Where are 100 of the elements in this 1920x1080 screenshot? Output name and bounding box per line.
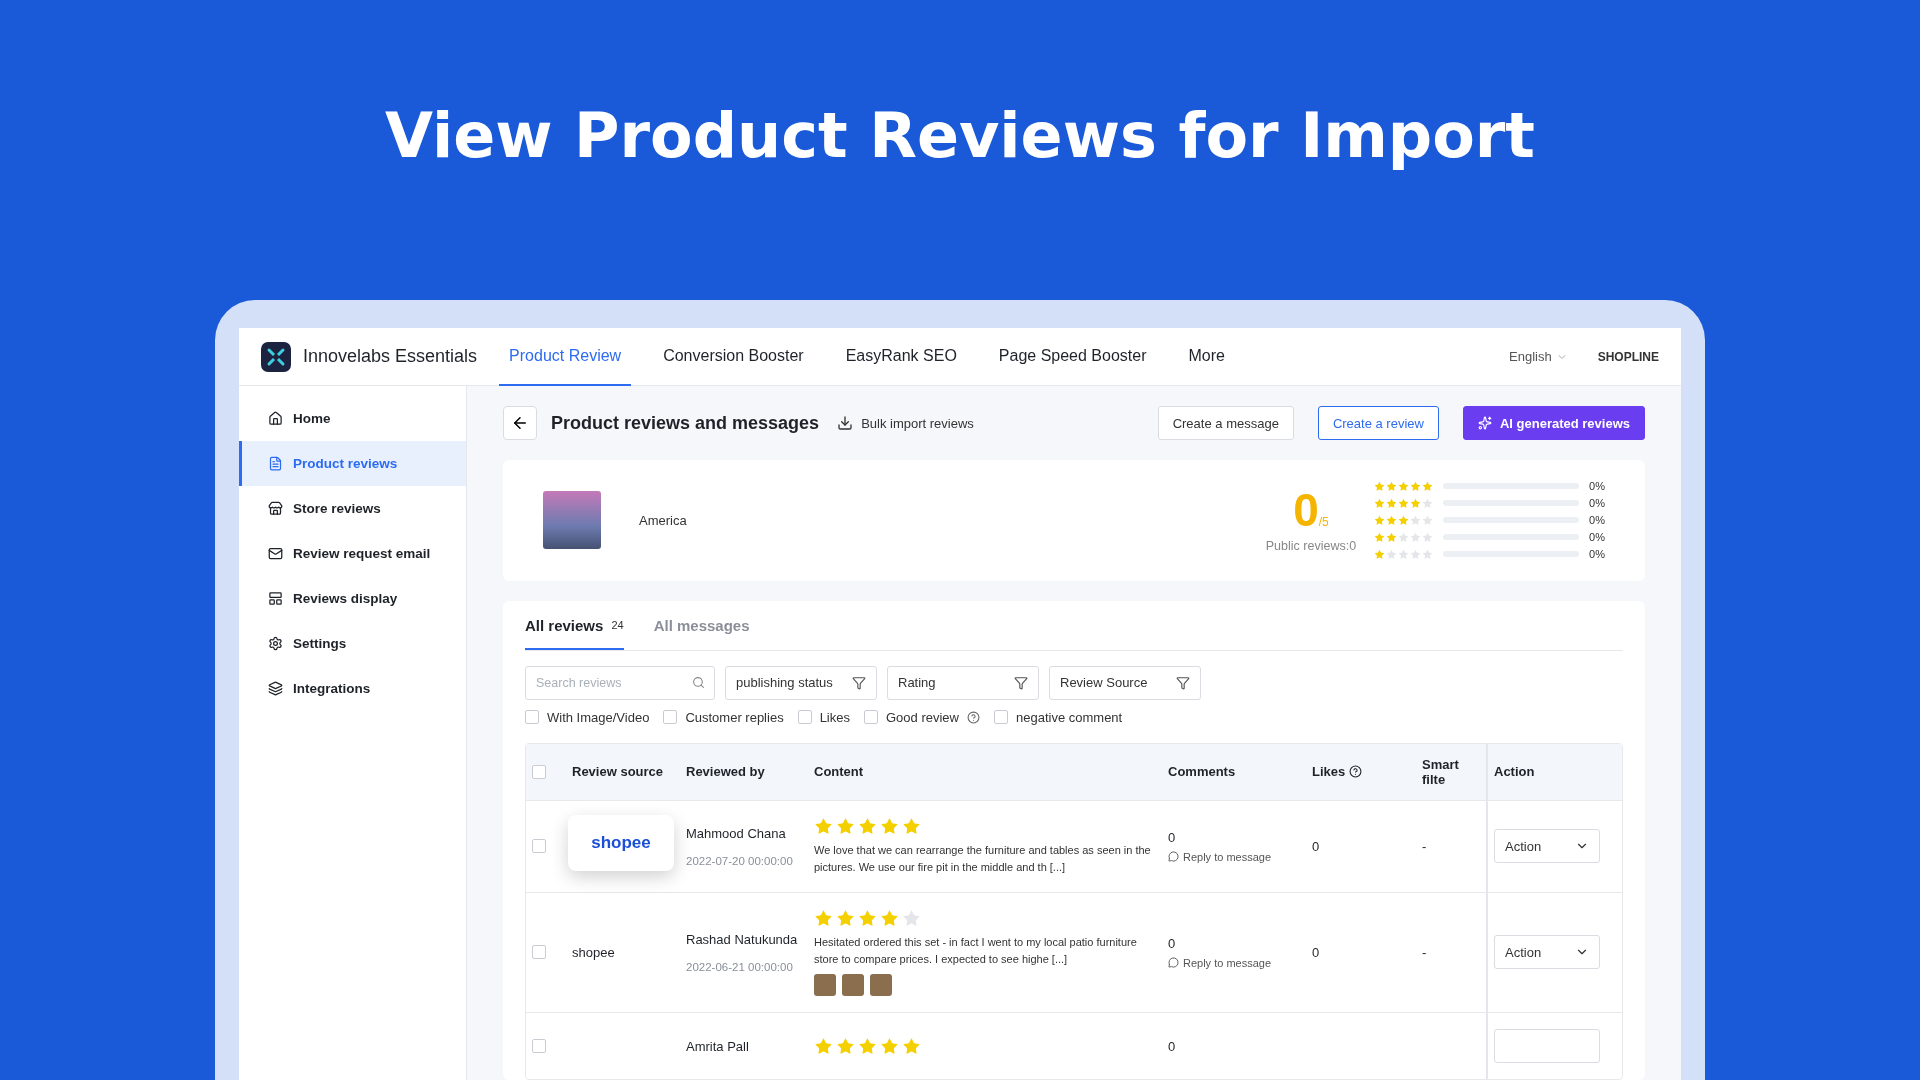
- mail-icon: [268, 546, 283, 561]
- filter-dropdown[interactable]: publishing status: [725, 665, 877, 700]
- action-button[interactable]: Create a message: [1157, 406, 1294, 440]
- sparkles-icon: [1477, 416, 1492, 430]
- sidebar-item[interactable]: Settings: [239, 621, 466, 666]
- action-button[interactable]: AI generated reviews: [1462, 406, 1645, 440]
- action-dropdown[interactable]: Action: [1494, 829, 1600, 864]
- sidebar-item[interactable]: Review request email: [239, 531, 466, 576]
- source-cell-text: shopee: [572, 944, 616, 960]
- bulk-import-link[interactable]: Bulk import reviews: [837, 415, 974, 431]
- sidebar-item[interactable]: Reviews display: [239, 576, 466, 621]
- nav-tab[interactable]: More: [1178, 327, 1235, 386]
- column-header: Review source: [566, 743, 680, 800]
- rating-percent: 0%: [1589, 497, 1605, 510]
- page-title: Product reviews and messages: [551, 412, 820, 434]
- search-icon: [692, 675, 705, 689]
- row-checkbox[interactable]: [532, 1039, 546, 1053]
- star-icon: [1410, 531, 1422, 543]
- language-select[interactable]: English: [1503, 348, 1574, 365]
- sidebar-item[interactable]: Store reviews: [239, 486, 466, 531]
- reply-link[interactable]: Reply to message: [1168, 956, 1300, 969]
- star-icon: [1386, 548, 1398, 560]
- star-icon: [1410, 480, 1422, 492]
- column-header: Comments: [1162, 743, 1306, 800]
- checkbox[interactable]: [525, 710, 539, 725]
- reviewer-name: Amrita Pall: [686, 1038, 750, 1054]
- filter-dropdown[interactable]: Rating: [887, 665, 1039, 700]
- checkbox[interactable]: [797, 710, 812, 725]
- platform-label: SHOPLINE: [1597, 349, 1659, 364]
- checkbox[interactable]: [663, 710, 678, 725]
- star-icon: [1422, 548, 1434, 560]
- checkbox-label: Customer replies: [685, 709, 784, 725]
- nav-tab[interactable]: Conversion Booster: [653, 327, 814, 386]
- score-scale: /5: [1318, 515, 1329, 530]
- review-date: 2022-06-21 00:00:00: [686, 960, 794, 973]
- star-icon: [1398, 531, 1410, 543]
- photo-placeholder: [543, 491, 601, 550]
- action-dropdown[interactable]: Action: [1494, 935, 1600, 970]
- filter-icon: [1176, 675, 1190, 690]
- search-field[interactable]: Search reviews: [525, 665, 715, 700]
- select-all-checkbox[interactable]: [532, 764, 546, 779]
- row-checkbox[interactable]: [532, 945, 546, 960]
- star-icon: [902, 816, 921, 836]
- reviewer-name: Rashad Natukunda: [686, 931, 799, 947]
- comment-count: 0: [1168, 935, 1177, 951]
- nav-tab[interactable]: Product Review: [499, 327, 632, 386]
- review-text: Hesitated ordered this set - in fact I went to my local patio furniture store to compare prices. I expected to see highe [...]: [814, 934, 1138, 967]
- star-icon: [1398, 514, 1410, 526]
- star-icon: [1386, 514, 1398, 526]
- tab-count: 24: [611, 619, 624, 632]
- likes-count: 0: [1312, 838, 1321, 854]
- home-icon: [268, 411, 283, 426]
- star-icon: [1374, 480, 1386, 492]
- star-icon: [1386, 497, 1398, 509]
- reviewer-name: Mahmood Chana: [686, 825, 787, 841]
- column-header: Smart filte: [1416, 743, 1486, 800]
- average-score: 0: [1293, 484, 1319, 537]
- banner-title: View Product Reviews for Import: [385, 98, 1535, 172]
- action-button[interactable]: Create a review: [1317, 406, 1439, 440]
- chat-icon: [1168, 851, 1179, 863]
- rating-percent: 0%: [1589, 548, 1605, 561]
- star-icon: [1422, 480, 1434, 492]
- chat-icon: [1168, 957, 1179, 969]
- nav-tab[interactable]: EasyRank SEO: [835, 327, 967, 386]
- column-header: Content: [808, 743, 1162, 800]
- star-icon: [880, 908, 899, 928]
- layers-icon: [268, 681, 283, 696]
- star-icon: [836, 816, 855, 836]
- photo-placeholder: [870, 974, 892, 996]
- star-icon: [880, 1036, 899, 1056]
- row-checkbox[interactable]: [532, 839, 546, 854]
- tab[interactable]: All reviews 24: [525, 600, 624, 650]
- product-name: America: [639, 512, 687, 528]
- sidebar-item[interactable]: Home: [239, 396, 466, 441]
- star-icon: [1374, 548, 1386, 560]
- review-date: 2022-07-20 00:00:00: [686, 854, 794, 867]
- column-header: Reviewed by: [680, 743, 808, 800]
- action-dropdown[interactable]: [1494, 1029, 1600, 1063]
- filter-dropdown[interactable]: Review Source: [1049, 665, 1201, 700]
- star-icon: [1398, 497, 1410, 509]
- rating-percent: 0%: [1589, 531, 1605, 544]
- review-text: We love that we can rearrange the furniture and tables as seen in the pictures. We use our fire pit in the middle and th [...]: [814, 842, 1152, 875]
- filter-icon: [852, 675, 866, 690]
- star-icon: [836, 908, 855, 928]
- checkbox-label: Likes: [819, 709, 850, 725]
- star-icon: [1410, 497, 1422, 509]
- star-icon: [814, 816, 833, 836]
- reply-link[interactable]: Reply to message: [1168, 850, 1300, 863]
- star-icon: [1422, 531, 1434, 543]
- sidebar-item[interactable]: Product reviews: [239, 441, 466, 486]
- nav-tab[interactable]: Page Speed Booster: [988, 327, 1157, 386]
- star-icon: [902, 1036, 921, 1056]
- sidebar-item[interactable]: Integrations: [239, 666, 466, 711]
- checkbox[interactable]: [994, 710, 1008, 725]
- star-icon: [858, 908, 877, 928]
- app-name: Innovelabs Essentials: [303, 346, 478, 367]
- star-icon: [1422, 497, 1434, 509]
- filter-icon: [1014, 675, 1028, 690]
- back-button[interactable]: [503, 406, 537, 440]
- checkbox[interactable]: [864, 710, 878, 725]
